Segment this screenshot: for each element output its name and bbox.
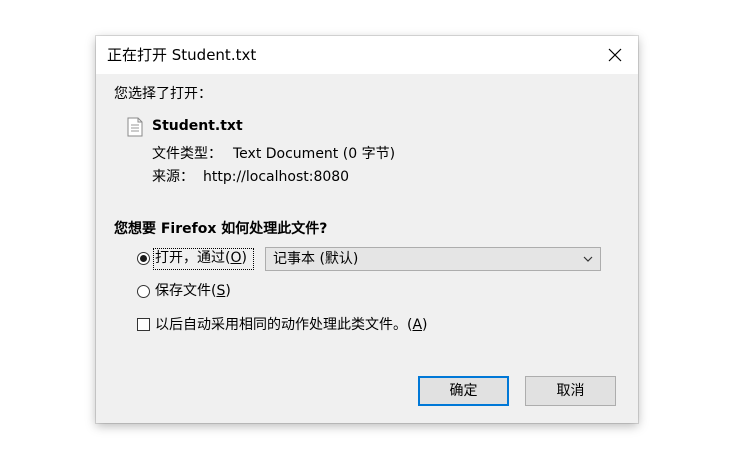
ok-button[interactable]: 确定 xyxy=(418,376,509,406)
radio-selected-dot xyxy=(140,255,147,262)
close-icon xyxy=(608,48,622,62)
intro-text: 您选择了打开： xyxy=(114,86,212,102)
file-open-dialog: 正在打开 Student.txt 您选择了打开： Student.txt 文件类… xyxy=(96,36,638,423)
cancel-button[interactable]: 取消 xyxy=(525,376,616,406)
application-select-value: 记事本 (默认) xyxy=(273,251,359,267)
file-name: Student.txt xyxy=(152,118,243,134)
save-file-radio[interactable] xyxy=(137,285,150,298)
dialog-title: 正在打开 Student.txt xyxy=(107,46,257,64)
application-select[interactable]: 记事本 (默认) xyxy=(265,247,601,271)
chevron-down-icon xyxy=(583,256,593,262)
file-type-label: 文件类型： xyxy=(152,146,222,162)
open-with-radio[interactable] xyxy=(137,252,150,265)
question-heading: 您想要 Firefox 如何处理此文件? xyxy=(114,221,328,237)
remember-choice-checkbox[interactable] xyxy=(137,318,150,331)
text-file-icon xyxy=(127,117,143,137)
remember-choice-label[interactable]: 以后自动采用相同的动作处理此类文件。(A) xyxy=(155,317,428,334)
file-source-label: 来源： xyxy=(152,169,194,185)
file-source-value: http://localhost:8080 xyxy=(203,169,350,185)
save-file-label[interactable]: 保存文件(S) xyxy=(155,283,231,300)
close-button[interactable] xyxy=(592,36,638,74)
title-bar: 正在打开 Student.txt xyxy=(96,36,638,74)
file-type-value: Text Document (0 字节) xyxy=(233,146,396,162)
open-with-label[interactable]: 打开，通过(O) xyxy=(155,250,247,267)
